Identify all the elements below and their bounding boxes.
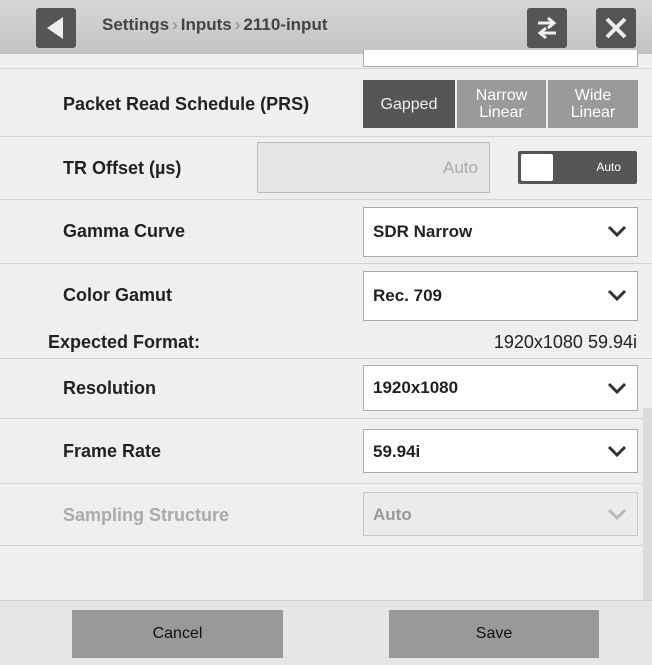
- row-divider: [0, 136, 652, 137]
- prs-narrow-label: Narrow: [475, 87, 528, 104]
- sampling-structure-value: Auto: [373, 505, 412, 524]
- row-divider: [0, 418, 652, 419]
- prs-wide-linear-button[interactable]: Wide Linear: [548, 80, 638, 128]
- back-arrow-icon[interactable]: [36, 8, 76, 48]
- title-bar: Settings › Inputs › 2110-input: [0, 0, 652, 54]
- sampling-structure-dropdown: Auto: [363, 492, 638, 536]
- chevron-down-icon: [607, 508, 627, 521]
- breadcrumb-settings[interactable]: Settings: [102, 15, 169, 34]
- prs-gapped-label: Gapped: [380, 95, 438, 113]
- chevron-down-icon: [607, 289, 627, 302]
- cancel-button[interactable]: Cancel: [72, 610, 283, 658]
- frame-rate-value: 59.94i: [373, 442, 421, 461]
- tr-offset-auto-toggle[interactable]: Auto: [518, 151, 637, 184]
- gamma-curve-value: SDR Narrow: [373, 222, 473, 241]
- prs-wide-label-2: Linear: [570, 104, 616, 121]
- save-button[interactable]: Save: [389, 610, 599, 658]
- color-gamut-value: Rec. 709: [373, 286, 442, 305]
- expected-format-value: 1920x1080 59.94i: [493, 332, 637, 352]
- breadcrumb-current: 2110-input: [243, 15, 328, 34]
- expected-format-label: Expected Format:: [48, 332, 201, 352]
- row-divider: [0, 545, 652, 546]
- breadcrumb-separator: ›: [172, 15, 178, 34]
- prs-narrow-linear-button[interactable]: Narrow Linear: [457, 80, 546, 128]
- prs-narrow-label-2: Linear: [479, 104, 524, 121]
- prs-gapped-button[interactable]: Gapped: [363, 80, 455, 128]
- row-divider: [0, 358, 652, 359]
- breadcrumb: Settings › Inputs › 2110-input: [102, 15, 328, 35]
- breadcrumb-inputs[interactable]: Inputs: [181, 15, 232, 34]
- frame-rate-dropdown[interactable]: 59.94i: [363, 429, 638, 473]
- gamma-curve-label: Gamma Curve: [63, 221, 186, 241]
- tr-offset-input: Auto: [257, 142, 490, 193]
- resolution-value: 1920x1080: [373, 378, 459, 397]
- sampling-structure-label: Sampling Structure: [63, 505, 230, 525]
- close-x-icon[interactable]: [596, 8, 636, 48]
- row-divider: [0, 68, 652, 69]
- resolution-label: Resolution: [63, 378, 156, 398]
- toggle-label: Auto: [596, 160, 621, 174]
- toggle-knob: [521, 154, 553, 181]
- gamma-curve-dropdown[interactable]: SDR Narrow: [363, 207, 638, 257]
- color-gamut-label: Color Gamut: [63, 285, 173, 305]
- chevron-down-icon: [607, 382, 627, 395]
- row-divider: [0, 483, 652, 484]
- resolution-dropdown[interactable]: 1920x1080: [363, 365, 638, 411]
- breadcrumb-separator: ›: [234, 15, 241, 34]
- row-divider: [0, 263, 652, 264]
- partial-field[interactable]: [363, 50, 638, 67]
- prs-wide-label: Wide: [574, 87, 612, 104]
- tr-offset-label: TR Offset (µs): [63, 158, 182, 178]
- scrollbar-thumb[interactable]: [643, 408, 652, 600]
- swap-arrows-icon[interactable]: [527, 8, 567, 48]
- prs-label: Packet Read Schedule (PRS): [63, 94, 310, 114]
- row-divider: [0, 199, 652, 200]
- tr-offset-value: Auto: [443, 158, 478, 177]
- color-gamut-dropdown[interactable]: Rec. 709: [363, 271, 638, 321]
- frame-rate-label: Frame Rate: [63, 441, 162, 461]
- chevron-down-icon: [607, 225, 627, 238]
- chevron-down-icon: [607, 445, 627, 458]
